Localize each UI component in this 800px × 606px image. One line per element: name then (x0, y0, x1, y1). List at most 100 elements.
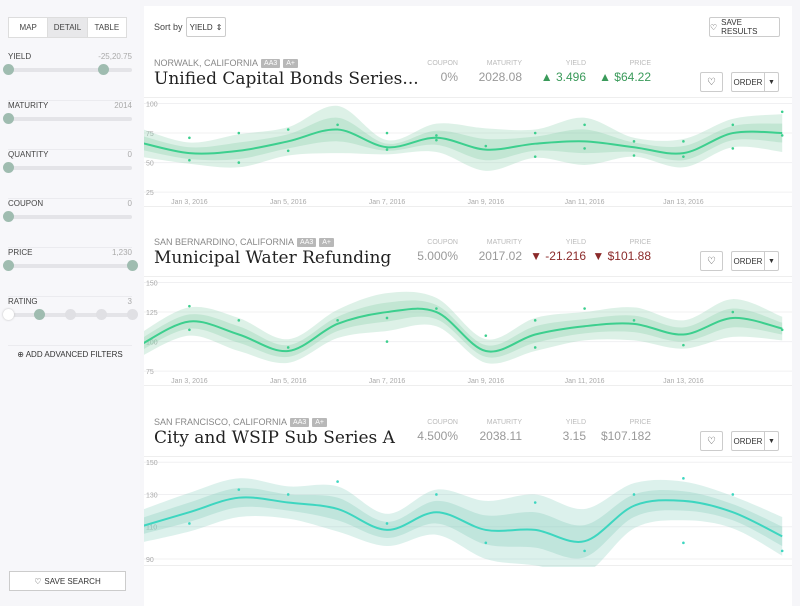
tab-map[interactable]: MAP (9, 18, 49, 37)
bond-title[interactable]: City and WSIP Sub Series A (154, 428, 395, 448)
order-button[interactable]: ORDER ▼ (731, 72, 779, 92)
order-button[interactable]: ORDER ▼ (731, 431, 779, 451)
favorite-button[interactable]: ♡ (700, 72, 723, 92)
rating-step[interactable] (34, 309, 45, 320)
data-point (632, 493, 636, 496)
slider-track[interactable] (3, 309, 138, 320)
slider-thumb[interactable] (3, 113, 14, 124)
slider-thumb[interactable] (3, 211, 14, 222)
filter-price: PRICE 1,230 (3, 248, 138, 297)
favorite-button[interactable]: ♡ (700, 431, 723, 451)
slider-thumb[interactable] (3, 64, 14, 75)
stat-label: COUPON (427, 419, 458, 426)
filter-label: MATURITY (8, 101, 49, 110)
stat-label: PRICE (629, 239, 651, 246)
filter-value: 0 (127, 199, 132, 208)
x-tick-label: Jan 3, 2016 (171, 378, 208, 385)
bond-location: NORWALK, CALIFORNIA AA3 A+ (154, 58, 299, 68)
stat-price: PRICE $107.182 (601, 419, 651, 443)
tab-detail[interactable]: DETAIL (48, 18, 88, 37)
stat-yield: YIELD ▲ 3.496 (541, 60, 586, 84)
price-value: $64.22 (614, 70, 651, 84)
stat-label: YIELD (565, 60, 586, 67)
heart-icon: ♡ (707, 435, 716, 447)
caret-down-icon[interactable]: ▼ (765, 252, 778, 270)
slider-thumb[interactable] (127, 260, 138, 271)
data-point (780, 549, 784, 553)
caret-down-icon[interactable]: ▼ (765, 73, 778, 91)
save-search-button[interactable]: ♡ SAVE SEARCH (9, 571, 126, 591)
stat-label: COUPON (427, 60, 458, 67)
data-point (583, 549, 586, 553)
data-point (682, 140, 685, 143)
data-point (484, 334, 488, 337)
data-point (385, 316, 389, 320)
stat-coupon: COUPON 4.500% (417, 419, 458, 443)
slider-thumb[interactable] (3, 162, 14, 173)
rating-step[interactable] (127, 309, 138, 320)
data-point (286, 128, 290, 131)
rating-badge: A+ (319, 237, 335, 247)
stat-value: 5.000% (417, 249, 458, 263)
data-point (286, 346, 290, 349)
data-point (188, 304, 191, 308)
data-point (780, 110, 784, 114)
stat-maturity: MATURITY 2017.02 (479, 239, 522, 263)
order-label: ORDER (732, 432, 765, 450)
data-point (188, 328, 191, 332)
filter-rating: RATING 3 (3, 297, 138, 346)
data-point (632, 154, 636, 157)
stat-price: PRICE ▲ $64.22 (599, 60, 651, 84)
bond-location: SAN FRANCISCO, CALIFORNIA AA3 A+ (154, 417, 328, 427)
rating-badge: AA3 (290, 417, 310, 427)
data-point (533, 346, 537, 349)
add-advanced-filters-link[interactable]: ⊕ ADD ADVANCED FILTERS (0, 350, 140, 359)
slider-thumb[interactable] (3, 260, 14, 271)
x-tick-label: Jan 11, 2016 (565, 378, 605, 385)
location-text: NORWALK, CALIFORNIA (154, 58, 259, 68)
filter-label: COUPON (8, 199, 44, 208)
data-point (385, 340, 389, 343)
data-point (583, 147, 586, 150)
maturity-value: 2017.02 (478, 249, 522, 263)
x-tick-label: Jan 13, 2016 (663, 199, 704, 206)
triangle-down-icon: ▼ (530, 249, 542, 263)
rating-badge: AA3 (297, 237, 317, 247)
save-results-button[interactable]: ♡ SAVE RESULTS (709, 17, 780, 37)
data-point (731, 147, 735, 150)
rating-step[interactable] (65, 309, 76, 320)
sort-select[interactable]: YIELD ⇕ (186, 17, 226, 37)
slider-thumb[interactable] (98, 64, 110, 75)
x-tick-label: Jan 7, 2016 (369, 378, 406, 385)
slider-track[interactable] (3, 162, 132, 173)
slider-track[interactable] (3, 64, 132, 75)
x-tick-label: Jan 9, 2016 (468, 378, 505, 385)
data-point (632, 319, 636, 322)
filter-coupon: COUPON 0 (3, 199, 132, 248)
filter-value: 3 (127, 297, 132, 306)
data-point (583, 123, 586, 127)
bond-title[interactable]: Unified Capital Bonds Series... (154, 69, 419, 89)
add-filters-label: ADD ADVANCED FILTERS (25, 350, 123, 359)
slider-track[interactable] (3, 211, 132, 222)
data-point (682, 477, 685, 480)
favorite-button[interactable]: ♡ (700, 251, 723, 271)
data-point (583, 307, 586, 310)
data-point (484, 144, 488, 148)
tab-table[interactable]: TABLE (88, 18, 126, 37)
slider-track[interactable] (3, 260, 138, 271)
slider-track[interactable] (3, 113, 132, 124)
rating-step[interactable] (96, 309, 107, 320)
data-point (533, 501, 537, 504)
rating-step[interactable] (3, 309, 14, 320)
price-value: $101.88 (607, 249, 651, 263)
bond-title[interactable]: Municipal Water Refunding (154, 248, 391, 268)
bond-location: SAN BERNARDINO, CALIFORNIA AA3 A+ (154, 237, 335, 247)
order-button[interactable]: ORDER ▼ (731, 251, 779, 271)
stat-value: ▲ 3.496 (541, 70, 586, 84)
chart-svg: 15013011090 (138, 460, 792, 576)
x-tick-label: Jan 3, 2016 (171, 199, 208, 206)
data-point (336, 319, 339, 322)
location-text: SAN BERNARDINO, CALIFORNIA (154, 237, 295, 247)
caret-down-icon[interactable]: ▼ (765, 432, 778, 450)
